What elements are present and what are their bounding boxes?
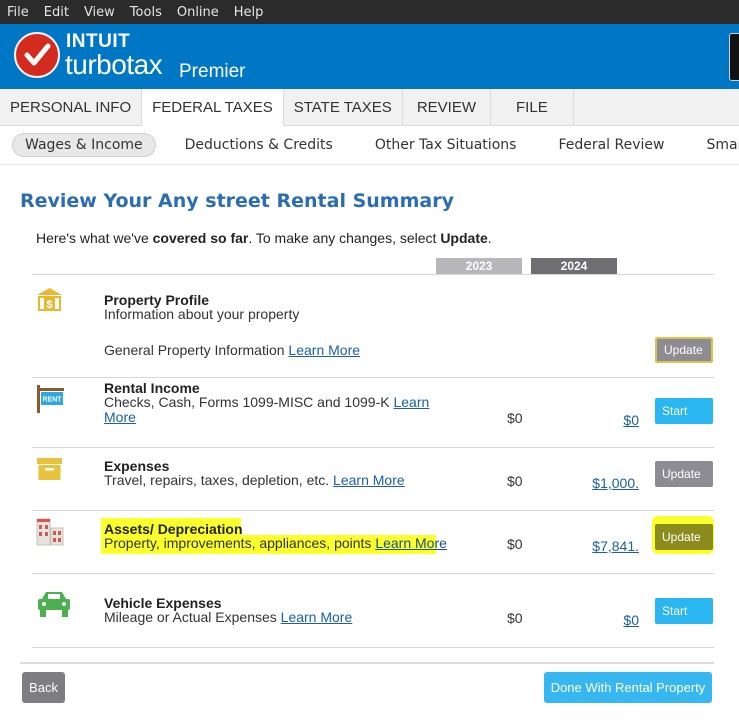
intro-part: Here's what we've xyxy=(36,230,153,246)
year-header-2024: 2024 xyxy=(531,258,617,274)
subnav-federal-review[interactable]: Federal Review xyxy=(558,137,664,153)
menu-tools[interactable]: Tools xyxy=(130,5,162,20)
learn-more-link[interactable]: Learn More xyxy=(281,609,353,625)
brand-edition: Premier xyxy=(179,61,246,82)
intro-part: . To make any changes, select xyxy=(248,230,441,246)
intro-bold: covered so far xyxy=(152,230,249,246)
brand-turbotax: turbotax xyxy=(65,49,163,80)
assets-2024-amount[interactable]: $7,841. xyxy=(579,538,639,554)
row-desc-assets-depreciation: Property, improvements, appliances, poin… xyxy=(104,536,447,551)
vehicle-2024-amount[interactable]: $0 xyxy=(579,612,639,628)
menu-edit[interactable]: Edit xyxy=(44,5,69,20)
sub-nav: Wages & Income Deductions & Credits Othe… xyxy=(0,126,739,165)
buildings-icon xyxy=(36,518,64,551)
assets-desc: Property, improvements, appliances, poin… xyxy=(104,535,372,551)
expenses-desc: Travel, repairs, taxes, depletion, etc. xyxy=(104,472,330,488)
vehicle-2023-amount: $0 xyxy=(507,610,523,626)
menu-view[interactable]: View xyxy=(84,5,115,20)
svg-text:$: $ xyxy=(46,299,52,311)
update-expenses-button[interactable]: Update xyxy=(655,461,713,487)
start-rental-income-button[interactable]: Start xyxy=(655,398,713,424)
tab-personal-info[interactable]: PERSONAL INFO xyxy=(0,89,143,126)
menu-help[interactable]: Help xyxy=(234,5,264,20)
subnav-deductions-credits[interactable]: Deductions & Credits xyxy=(185,137,333,153)
assets-2023-amount: $0 xyxy=(507,536,523,552)
page-title: Review Your Any street Rental Summary xyxy=(20,190,454,212)
start-vehicle-expenses-button[interactable]: Start xyxy=(655,598,713,624)
expenses-2024-amount[interactable]: $1,000. xyxy=(579,475,639,491)
app-header: INTUIT turbotax Premier xyxy=(0,24,739,89)
divider xyxy=(32,377,714,378)
divider xyxy=(32,510,714,511)
header-corner-control[interactable] xyxy=(729,33,739,81)
intro-text: Here's what we've covered so far. To mak… xyxy=(36,230,492,246)
vehicle-desc: Mileage or Actual Expenses xyxy=(104,609,277,625)
subnav-wages-income[interactable]: Wages & Income xyxy=(12,133,156,157)
tab-state-taxes[interactable]: STATE TAXES xyxy=(284,89,403,126)
divider xyxy=(32,647,714,648)
tab-federal-taxes[interactable]: FEDERAL TAXES xyxy=(142,89,284,126)
tab-file[interactable]: FILE xyxy=(491,89,574,126)
update-assets-button[interactable]: Update xyxy=(655,524,713,550)
row-desc-expenses: Travel, repairs, taxes, depletion, etc. … xyxy=(104,473,405,488)
general-property-info: General Property Information Learn More xyxy=(104,343,360,358)
property-money-icon: $ xyxy=(36,287,63,318)
row-desc-property-profile: Information about your property xyxy=(104,306,300,322)
row-desc-vehicle-expenses: Mileage or Actual Expenses Learn More xyxy=(104,610,352,625)
general-property-label: General Property Information xyxy=(104,342,285,358)
tab-review[interactable]: REVIEW xyxy=(403,89,492,126)
menu-file[interactable]: File xyxy=(7,5,29,20)
rental-income-desc: Checks, Cash, Forms 1099-MISC and 1099-K xyxy=(104,394,390,410)
rent-sign-icon: RENT xyxy=(35,385,65,418)
menu-bar: File Edit View Tools Online Help xyxy=(0,0,739,24)
divider xyxy=(32,447,714,448)
back-button[interactable]: Back xyxy=(22,672,65,703)
row-desc-rental-income: Checks, Cash, Forms 1099-MISC and 1099-K… xyxy=(104,395,434,425)
menu-online[interactable]: Online xyxy=(177,5,219,20)
update-property-profile-button[interactable]: Update xyxy=(655,337,713,363)
learn-more-link[interactable]: More xyxy=(104,409,136,425)
intro-bold: Update xyxy=(440,230,488,246)
learn-more-link[interactable]: Learn More xyxy=(333,472,405,488)
divider xyxy=(32,274,714,275)
expenses-box-icon xyxy=(37,458,62,486)
expenses-2023-amount: $0 xyxy=(507,473,523,489)
turbotax-check-logo-icon xyxy=(14,32,60,78)
done-with-rental-property-button[interactable]: Done With Rental Property xyxy=(544,672,712,703)
divider xyxy=(32,573,714,574)
subnav-smart-check[interactable]: Smart Check xyxy=(706,137,739,153)
footer-divider xyxy=(20,662,714,664)
learn-more-link[interactable]: Learn More xyxy=(288,342,360,358)
svg-text:RENT: RENT xyxy=(42,397,62,404)
learn-more-link[interactable]: Learn xyxy=(393,394,429,410)
learn-more-link[interactable]: Learn More xyxy=(375,535,447,551)
subnav-other-tax-situations[interactable]: Other Tax Situations xyxy=(375,137,517,153)
intro-part: . xyxy=(487,230,492,246)
main-tabs: PERSONAL INFO FEDERAL TAXES STATE TAXES … xyxy=(0,89,739,126)
rental-income-2024-amount[interactable]: $0 xyxy=(579,412,639,428)
car-icon xyxy=(37,590,71,623)
year-header-2023: 2023 xyxy=(436,258,522,274)
rental-income-2023-amount: $0 xyxy=(507,410,523,426)
